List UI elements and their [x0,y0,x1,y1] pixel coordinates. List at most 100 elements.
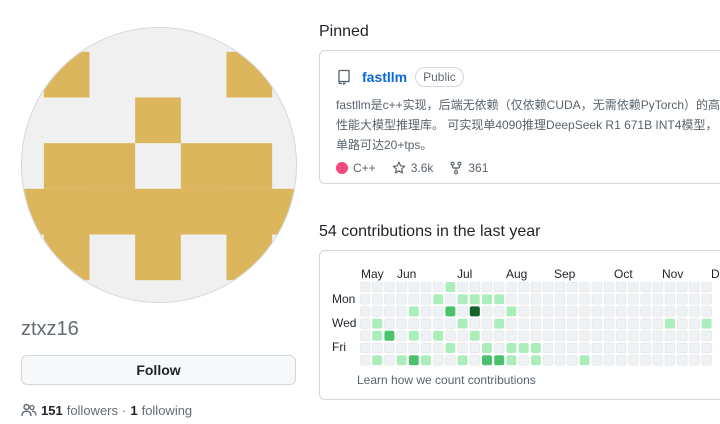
contribution-day-cell[interactable] [688,354,700,366]
contribution-day-cell[interactable] [640,318,652,330]
contribution-day-cell[interactable] [640,282,652,293]
contribution-day-cell[interactable] [688,318,700,330]
contribution-day-cell[interactable] [432,354,444,366]
contribution-day-cell[interactable] [457,282,469,293]
contribution-day-cell[interactable] [640,354,652,366]
contribution-day-cell[interactable] [432,342,444,354]
contribution-day-cell[interactable] [542,342,554,354]
contribution-day-cell[interactable] [396,318,408,330]
contribution-day-cell[interactable] [420,330,432,342]
contribution-day-cell[interactable] [627,305,639,317]
contribution-day-cell[interactable] [579,318,591,330]
contribution-day-cell[interactable] [371,305,383,317]
contribution-day-cell[interactable] [615,354,627,366]
contribution-day-cell[interactable] [566,318,578,330]
contribution-day-cell[interactable] [554,342,566,354]
contribution-day-cell[interactable] [554,318,566,330]
contribution-day-cell[interactable] [445,282,456,292]
contribution-day-cell[interactable] [457,305,469,317]
contribution-day-cell[interactable] [554,282,566,293]
contribution-day-cell[interactable] [652,342,664,354]
contribution-day-cell[interactable] [505,318,517,330]
contribution-day-cell[interactable] [591,354,603,366]
contribution-day-cell[interactable] [603,282,615,293]
contribution-day-cell[interactable] [506,343,517,353]
contribution-day-cell[interactable] [664,330,676,342]
contribution-day-cell[interactable] [383,282,395,293]
contribution-day-cell[interactable] [469,342,481,354]
contribution-day-cell[interactable] [640,330,652,342]
contribution-day-cell[interactable] [482,294,492,305]
contribution-day-cell[interactable] [493,305,505,317]
contribution-day-cell[interactable] [603,305,615,317]
follow-button[interactable]: Follow [21,355,296,385]
contribution-day-cell[interactable] [408,355,419,366]
contribution-day-cell[interactable] [627,318,639,330]
contribution-day-cell[interactable] [542,293,554,305]
contribution-day-cell[interactable] [701,282,713,293]
contribution-day-cell[interactable] [493,282,505,293]
contribution-day-cell[interactable] [360,330,371,342]
contribution-day-cell[interactable] [530,282,542,293]
contribution-day-cell[interactable] [506,306,517,317]
contribution-day-cell[interactable] [603,342,615,354]
stars-link[interactable]: 3.6k [392,161,433,175]
contribution-day-cell[interactable] [530,318,542,330]
followers-link[interactable]: 151 followers [41,403,118,418]
contribution-day-cell[interactable] [420,318,432,330]
contribution-day-cell[interactable] [420,305,432,317]
contribution-day-cell[interactable] [603,354,615,366]
contribution-day-cell[interactable] [591,293,603,305]
contribution-day-cell[interactable] [566,342,578,354]
contribution-day-cell[interactable] [652,305,664,317]
contribution-day-cell[interactable] [542,330,554,342]
contribution-day-cell[interactable] [554,330,566,342]
contribution-day-cell[interactable] [603,293,615,305]
contribution-day-cell[interactable] [652,293,664,305]
contribution-day-cell[interactable] [676,305,688,317]
contribution-day-cell[interactable] [432,282,444,293]
contribution-day-cell[interactable] [505,330,517,342]
contribution-day-cell[interactable] [640,342,652,354]
contribution-day-cell[interactable] [664,305,676,317]
contribution-day-cell[interactable] [444,330,456,342]
contribution-day-cell[interactable] [652,354,664,366]
contribution-day-cell[interactable] [372,330,383,341]
contribution-day-cell[interactable] [518,293,530,305]
contribution-day-cell[interactable] [445,306,456,317]
contribution-day-cell[interactable] [432,305,444,317]
contribution-day-cell[interactable] [566,354,578,366]
contribution-day-cell[interactable] [445,343,456,353]
contribution-day-cell[interactable] [360,305,371,317]
contribution-day-cell[interactable] [444,354,456,366]
contribution-day-cell[interactable] [457,318,468,329]
contribution-day-cell[interactable] [408,330,419,341]
contribution-day-cell[interactable] [408,342,420,354]
contribution-day-cell[interactable] [396,355,407,366]
contribution-day-cell[interactable] [615,293,627,305]
contribution-day-cell[interactable] [615,305,627,317]
contribution-day-cell[interactable] [701,318,712,329]
repo-name-link[interactable]: fastllm [362,69,407,85]
contribution-day-cell[interactable] [579,305,591,317]
contribution-day-cell[interactable] [433,330,444,341]
contribution-day-cell[interactable] [579,293,591,305]
contribution-day-cell[interactable] [408,293,420,305]
contribution-day-cell[interactable] [457,342,469,354]
contribution-day-cell[interactable] [482,343,492,353]
contribution-day-cell[interactable] [396,305,408,317]
contribution-day-cell[interactable] [615,318,627,330]
contribution-day-cell[interactable] [506,355,517,366]
contribution-day-cell[interactable] [505,282,517,293]
contribution-day-cell[interactable] [360,354,371,366]
contribution-day-cell[interactable] [444,318,456,330]
contribution-day-cell[interactable] [469,282,481,293]
contribution-day-cell[interactable] [603,330,615,342]
contribution-day-cell[interactable] [481,330,493,342]
contribution-day-cell[interactable] [518,343,529,353]
contribution-day-cell[interactable] [542,354,554,366]
contribution-day-cell[interactable] [494,355,505,366]
contribution-day-cell[interactable] [627,354,639,366]
contribution-day-cell[interactable] [372,355,383,366]
contribution-day-cell[interactable] [627,282,639,293]
